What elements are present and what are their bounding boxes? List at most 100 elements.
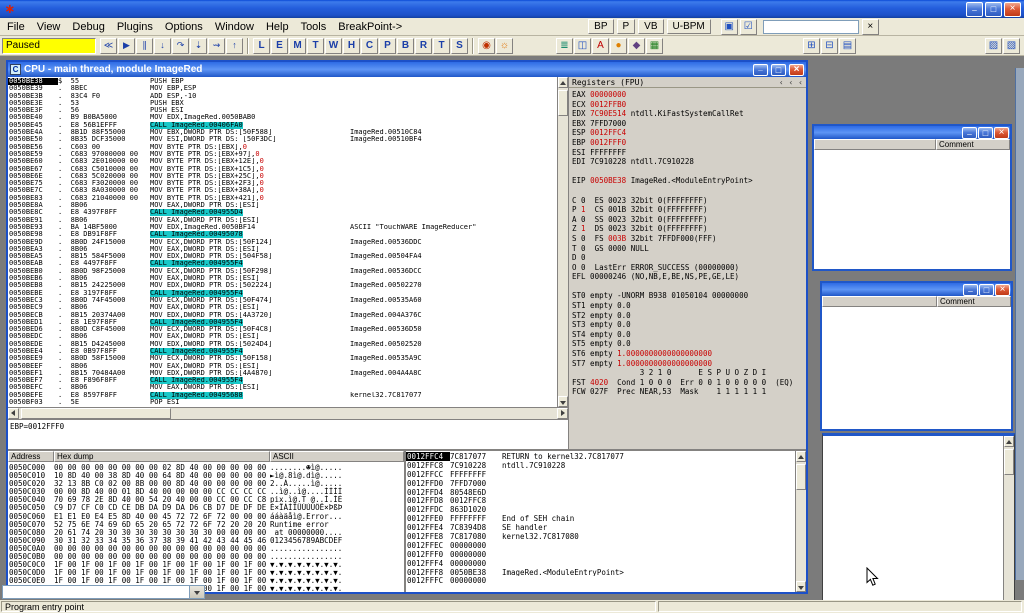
dump-header-ascii[interactable]: ASCII	[270, 451, 404, 462]
scroll-down-icon[interactable]	[558, 396, 568, 407]
registers-pane-arrows-icon[interactable]	[779, 78, 803, 87]
toolbar-panel-button-s-11[interactable]: S	[451, 38, 468, 54]
toolbar-pause-icon[interactable]: ∥	[136, 38, 153, 54]
menubar-button-p[interactable]: P	[617, 19, 636, 34]
dump-row[interactable]: 0050C04070 69 78 2E 8D 40 00 54 20 40 00…	[8, 495, 404, 503]
toolbar-panel-button-l-0[interactable]: L	[253, 38, 270, 54]
toolbar-until-return-icon[interactable]: ↑	[226, 38, 243, 54]
toolbar-panel-button-e-1[interactable]: E	[271, 38, 288, 54]
toolbar-plugin-c-icon-1[interactable]: ⊟	[821, 38, 838, 54]
toolbar-plugin-b-icon-2[interactable]: A	[592, 38, 609, 54]
register-line[interactable]: ESI FFFFFFFF	[572, 148, 806, 158]
register-line[interactable]	[572, 282, 806, 292]
disasm-row[interactable]: 0050BEC3. 8B0D 74F45000MOV ECX,DWORD PTR…	[8, 297, 557, 304]
toolbar-plugin-d-icon-0[interactable]: ▨	[985, 38, 1002, 54]
menubar-button-u-bpm[interactable]: U-BPM	[667, 19, 711, 34]
toolbar-plugin-c-icon-0[interactable]: ⊞	[803, 38, 820, 54]
dump-row[interactable]: 0050C01010 8D 40 00 38 8D 40 00 64 8D 40…	[8, 471, 404, 479]
menu-debug[interactable]: Debug	[66, 19, 110, 35]
toolbar-plugin-b-icon-5[interactable]: ▦	[646, 38, 663, 54]
dump-row[interactable]: 0050C0C01F 00 1F 00 1F 00 1F 00 1F 00 1F…	[8, 560, 404, 568]
stack-row[interactable]: 0012FFC87C910228ntdll.7C910228	[406, 461, 795, 470]
toolbar-panel-button-h-5[interactable]: H	[343, 38, 360, 54]
cpu-minimize-button[interactable]	[753, 64, 768, 76]
dump-row[interactable]: 0050C02032 13 8B C0 02 00 8B 00 00 8D 40…	[8, 479, 404, 487]
scroll-thumb[interactable]	[558, 90, 568, 116]
register-line[interactable]: S 0 FS 003B 32bit 7FFDF000(FFF)	[572, 234, 806, 244]
dump-row[interactable]: 0050C03000 00 8D 40 00 01 8D 40 00 00 00…	[8, 487, 404, 495]
register-line[interactable]: 3 2 1 0 E S P U O Z D I	[572, 368, 806, 378]
menubar-button-vb[interactable]: VB	[638, 19, 663, 34]
toolbar-panel-button-c-6[interactable]: C	[361, 38, 378, 54]
command-combobox[interactable]	[2, 585, 205, 599]
scroll-right-icon[interactable]	[557, 408, 568, 419]
disassembly-scrollbar[interactable]	[557, 77, 568, 407]
toolbar-panel-button-w-4[interactable]: W	[325, 38, 342, 54]
stack-row[interactable]: 0012FFF400000000	[406, 559, 795, 568]
stack-row[interactable]: 0012FFD07FFD7000	[406, 479, 795, 488]
toolbar-panel-button-t-3[interactable]: T	[307, 38, 324, 54]
stack-row[interactable]: 0012FFF80050BE38ImageRed.<ModuleEntryPoi…	[406, 568, 795, 577]
register-line[interactable]: O 0 LastErr ERROR_SUCCESS (00000000)	[572, 263, 806, 273]
toolbar-panel-button-r-9[interactable]: R	[415, 38, 432, 54]
dump-row[interactable]: 0050C0E01F 00 1F 00 1F 00 1F 00 1F 00 1F…	[8, 576, 404, 584]
register-line[interactable]: EDX 7C90E514 ntdll.KiFastSystemCallRet	[572, 109, 806, 119]
scroll-up-icon[interactable]	[796, 451, 806, 462]
register-line[interactable]: P 1 CS 001B 32bit 0(FFFFFFFF)	[572, 205, 806, 215]
menu-plugins[interactable]: Plugins	[111, 19, 159, 35]
window-minimize-button[interactable]	[962, 127, 977, 139]
toolbar-step-into-icon[interactable]: ↓	[154, 38, 171, 54]
register-line[interactable]: ST7 empty 1.0000000000000000000	[572, 359, 806, 369]
disasm-row[interactable]: 0050BEE9. 8B0D 58F15000MOV ECX,DWORD PTR…	[8, 355, 557, 362]
scroll-track[interactable]	[558, 88, 568, 396]
scroll-track[interactable]	[1004, 447, 1014, 600]
stack-scrollbar[interactable]	[795, 451, 806, 592]
scroll-down-icon[interactable]	[796, 581, 806, 592]
dump-row[interactable]: 0050C00000 00 00 00 00 00 00 00 02 8D 40…	[8, 463, 404, 471]
register-line[interactable]: ST3 empty 0.0	[572, 320, 806, 330]
clear-input-button[interactable]	[862, 19, 879, 35]
register-line[interactable]: D 0	[572, 253, 806, 263]
menubar-button-bp[interactable]: BP	[588, 19, 613, 34]
register-line[interactable]: Z 1 DS 0023 32bit 0(FFFFFFFF)	[572, 224, 806, 234]
register-line[interactable]	[572, 167, 806, 177]
toolbar-plugin-c-icon-2[interactable]: ▤	[839, 38, 856, 54]
column-header-comment[interactable]: Comment	[937, 296, 1011, 307]
register-line[interactable]: ESP 0012FFC4	[572, 128, 806, 138]
disasm-row[interactable]: 0050BE8C. E8 4397F8FFCALL ImageRed.00495…	[8, 209, 557, 216]
stack-row[interactable]: 0012FFC47C817077RETURN to kernel32.7C817…	[406, 452, 795, 461]
register-line[interactable]: ST0 empty -UNORM B938 01050104 00000000	[572, 291, 806, 301]
hscroll-thumb[interactable]	[21, 408, 171, 419]
dump-row[interactable]: 0050C0A000 00 00 00 00 00 00 00 00 00 00…	[8, 544, 404, 552]
stack-row[interactable]: 0012FFF000000000	[406, 550, 795, 559]
disasm-row[interactable]: 0050BEB0. 8B0D 98F25000MOV ECX,DWORD PTR…	[8, 268, 557, 275]
stack-row[interactable]: 0012FFD480548E6D	[406, 488, 795, 497]
disasm-row[interactable]: 0050BF03. 5EPOP ESI	[8, 399, 557, 406]
register-line[interactable]: A 0 SS 0023 32bit 0(FFFFFFFF)	[572, 215, 806, 225]
toolbar-panel-button-p-7[interactable]: P	[379, 38, 396, 54]
scroll-track[interactable]	[796, 462, 806, 581]
disasm-row[interactable]: 0050BE3E. 53PUSH EBX	[8, 100, 557, 107]
toolbar-plugin-d-icon-1[interactable]: ▧	[1003, 38, 1020, 54]
scroll-up-icon[interactable]	[558, 77, 568, 88]
toolbar-panel-button-b-8[interactable]: B	[397, 38, 414, 54]
dump-header-address[interactable]: Address	[8, 451, 54, 462]
combobox-dropdown-icon[interactable]	[189, 586, 204, 598]
stack-row[interactable]: 0012FFE87C817080kernel32.7C817080	[406, 532, 795, 541]
toolbar-restart-icon[interactable]: ≪	[100, 38, 117, 54]
toolbar-animate-into-icon[interactable]: ⇣	[190, 38, 207, 54]
toolbar-plugin-b-icon-1[interactable]: ◫	[574, 38, 591, 54]
disasm-row[interactable]: 0050BED6. 8B0D C8F45000MOV ECX,DWORD PTR…	[8, 326, 557, 333]
stack-row[interactable]: 0012FFE0FFFFFFFFEnd of SEH chain	[406, 514, 795, 523]
toolbar-plugin-b-icon-0[interactable]: ≣	[556, 38, 573, 54]
column-header-blank[interactable]	[814, 139, 936, 150]
window-close-button[interactable]	[995, 284, 1010, 296]
minimize-button[interactable]	[966, 2, 983, 17]
window-maximize-button[interactable]	[978, 127, 993, 139]
register-line[interactable]: ST5 empty 0.0	[572, 339, 806, 349]
register-line[interactable]	[572, 186, 806, 196]
toolbar-panel-button-t-10[interactable]: T	[433, 38, 450, 54]
disasm-row[interactable]: 0050BEFE. E8 8597F8FFCALL ImageRed.00495…	[8, 392, 557, 399]
scroll-thumb[interactable]	[1004, 449, 1014, 475]
menu-view[interactable]: View	[31, 19, 67, 35]
